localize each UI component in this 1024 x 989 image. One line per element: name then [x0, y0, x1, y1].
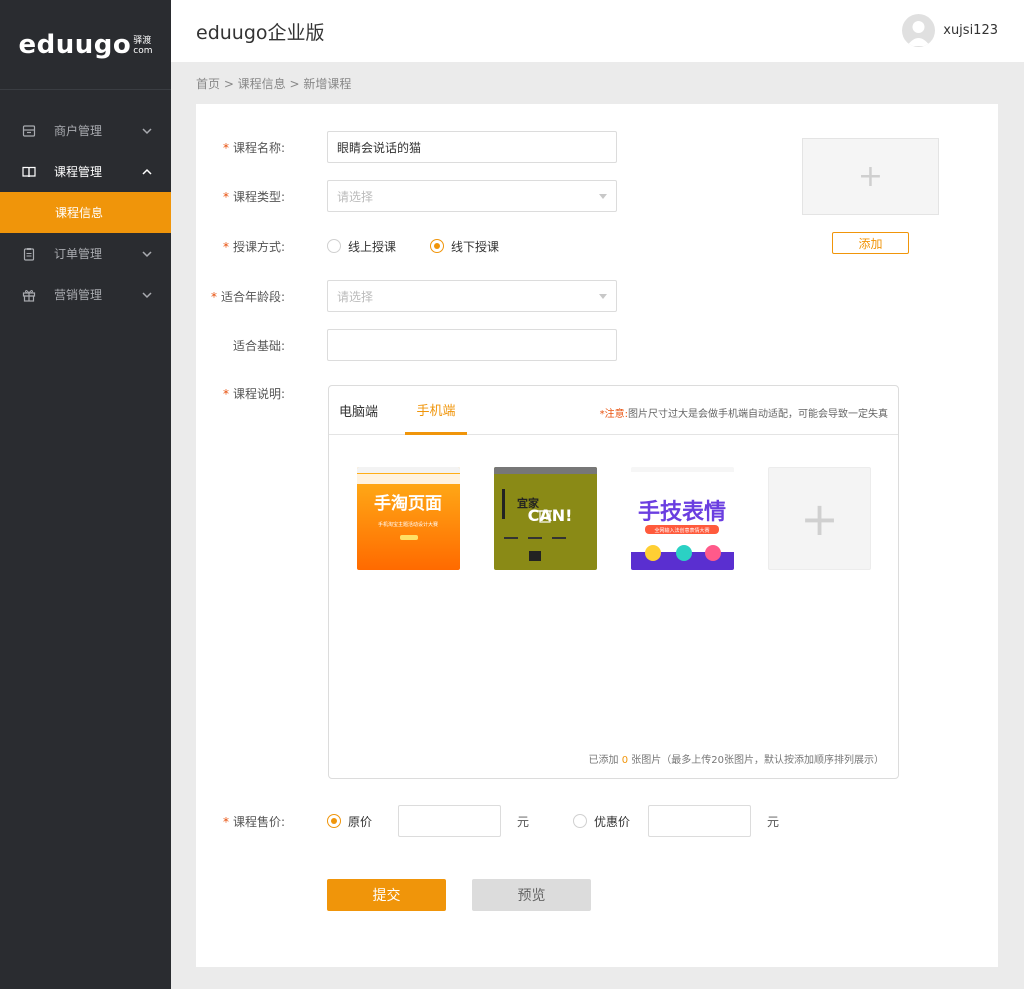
svg-text:手技表情: 手技表情 — [638, 499, 726, 525]
add-image-button[interactable]: + — [768, 467, 871, 570]
radio-offline[interactable]: 线下授课 — [430, 238, 499, 255]
unit-yuan: 元 — [517, 814, 530, 829]
username: xujsi123 — [943, 23, 998, 38]
basis-input[interactable] — [327, 329, 617, 361]
chevron-down-icon — [142, 127, 152, 134]
age-range-row: * 适合年龄段: 请选择 — [196, 280, 617, 312]
sidebar-item-order[interactable]: 订单管理 — [0, 233, 171, 274]
plus-icon: + — [857, 159, 884, 194]
gift-icon — [22, 289, 36, 302]
image-list: 手淘页面 手机淘宝主题活动设计大赛 宜家 CAN! 手技表情 全网输入法创意表情… — [357, 467, 905, 570]
store-icon — [22, 124, 36, 137]
preview-button[interactable]: 预览 — [472, 879, 591, 911]
sidebar-item-merchant[interactable]: 商户管理 — [0, 110, 171, 151]
course-name-label: * 课程名称: — [222, 140, 285, 155]
chevron-down-icon — [142, 250, 152, 257]
image-preview: 宜家 CAN! — [494, 467, 597, 570]
user-icon — [907, 21, 931, 46]
image-preview: 手技表情 全网输入法创意表情大赛 — [631, 467, 734, 570]
add-cover-button[interactable]: 添加 — [832, 232, 909, 254]
basis-row: 适合基础: — [196, 329, 617, 361]
course-name-input[interactable]: 眼睛会说话的猫 — [327, 131, 617, 163]
age-range-label: * 适合年龄段: — [210, 289, 285, 304]
top-header: eduugo企业版 xujsi123 — [171, 0, 1024, 62]
image-thumb[interactable]: 手技表情 全网输入法创意表情大赛 — [631, 467, 734, 570]
teaching-mode-radio-group: 线上授课 线下授课 — [327, 238, 533, 255]
sidebar-subitem-course-info[interactable]: 课程信息 — [0, 192, 171, 233]
unit-yuan: 元 — [767, 814, 780, 829]
plus-icon: + — [800, 491, 839, 546]
course-name-row: * 课程名称: 眼睛会说话的猫 — [196, 131, 617, 163]
radio-online[interactable]: 线上授课 — [327, 238, 396, 255]
chevron-up-icon — [142, 168, 152, 175]
sidebar-menu: 商户管理 课程管理 课程信息 订单管理 营销管理 — [0, 110, 171, 315]
course-form-panel: * 课程名称: 眼睛会说话的猫 * 课程类型: 请选择 * 授课方式: 线上授课 线下… — [196, 104, 998, 967]
radio-discount-price[interactable]: 优惠价 — [573, 813, 630, 830]
logo-subtext: 驿渡 com — [133, 35, 153, 56]
sidebar: eduugo 驿渡 com 商户管理 课程管理 课程信息 订单管理 营销管理 — [0, 0, 171, 989]
logo-text: eduugo — [18, 29, 132, 60]
radio-original-price[interactable]: 原价 — [327, 813, 372, 830]
app-title: eduugo企业版 — [196, 22, 325, 44]
price-label: * 课程售价: — [222, 814, 285, 829]
description-row: * 课程说明: — [196, 385, 327, 402]
submit-button[interactable]: 提交 — [327, 879, 446, 911]
price-row: * 课程售价: 原价 元 优惠价 元 — [196, 805, 779, 837]
age-range-select[interactable]: 请选择 — [327, 280, 617, 312]
svg-text:手机淘宝主题活动设计大赛: 手机淘宝主题活动设计大赛 — [378, 521, 438, 528]
description-tabs: 电脑端 手机端 *注意:图片尺寸过大是会做手机端自动适配，可能会导致一定失真 — [329, 386, 898, 435]
svg-text:手淘页面: 手淘页面 — [374, 493, 442, 514]
breadcrumb: 首页 > 课程信息 > 新增课程 — [196, 77, 352, 91]
size-note: *注意:图片尺寸过大是会做手机端自动适配，可能会导致一定失真 — [599, 409, 888, 420]
discount-price-input[interactable] — [648, 805, 752, 837]
description-editor: 电脑端 手机端 *注意:图片尺寸过大是会做手机端自动适配，可能会导致一定失真 手… — [328, 385, 899, 779]
svg-text:全网输入法创意表情大赛: 全网输入法创意表情大赛 — [654, 527, 709, 534]
basis-label: 适合基础: — [232, 338, 285, 353]
image-preview: 手淘页面 手机淘宝主题活动设计大赛 — [357, 467, 460, 570]
sidebar-item-course[interactable]: 课程管理 — [0, 151, 171, 192]
tab-desktop[interactable]: 电脑端 — [339, 386, 378, 435]
image-thumb[interactable]: 宜家 CAN! — [494, 467, 597, 570]
image-thumb[interactable]: 手淘页面 手机淘宝主题活动设计大赛 — [357, 467, 460, 570]
course-type-label: * 课程类型: — [222, 189, 285, 204]
image-count-text: 已添加 0 张图片（最多上传20张图片，默认按添加顺序排列展示） — [588, 755, 884, 766]
user-menu[interactable]: xujsi123 — [902, 14, 998, 47]
course-type-select[interactable]: 请选择 — [327, 180, 617, 212]
avatar[interactable] — [902, 14, 936, 47]
teaching-mode-label: * 授课方式: — [222, 239, 285, 254]
clipboard-icon — [23, 247, 35, 261]
cover-image-upload[interactable]: + — [802, 138, 939, 215]
chevron-down-icon — [142, 291, 152, 298]
description-label: * 课程说明: — [222, 387, 285, 401]
teaching-mode-row: * 授课方式: 线上授课 线下授课 — [196, 230, 533, 262]
caret-down-icon — [599, 293, 607, 299]
course-type-row: * 课程类型: 请选择 — [196, 180, 617, 212]
logo[interactable]: eduugo 驿渡 com — [0, 0, 171, 90]
tab-mobile[interactable]: 手机端 — [405, 386, 467, 435]
book-icon — [22, 166, 36, 177]
original-price-input[interactable] — [398, 805, 502, 837]
sidebar-item-marketing[interactable]: 营销管理 — [0, 274, 171, 315]
caret-down-icon — [599, 193, 607, 199]
